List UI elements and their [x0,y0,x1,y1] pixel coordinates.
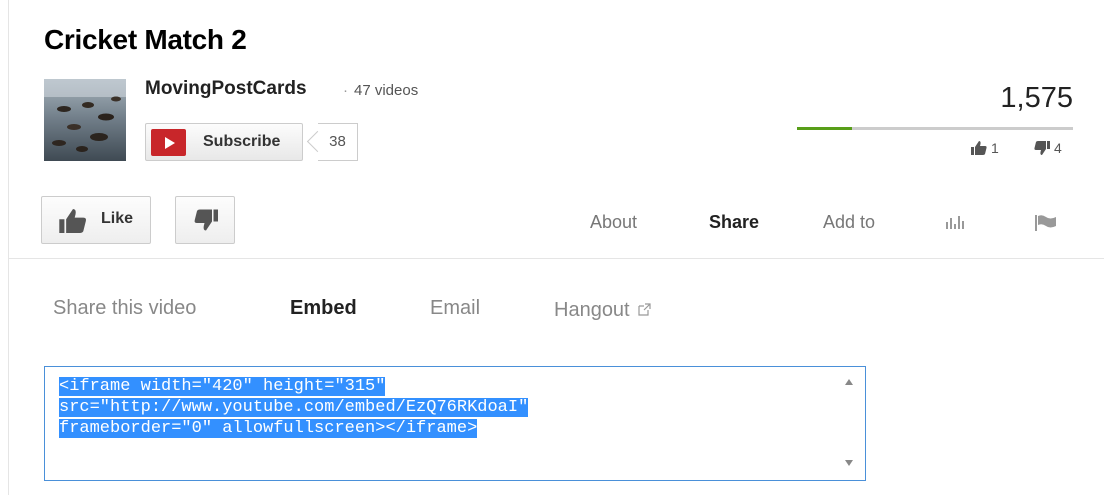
tab-share-this-video[interactable]: Share this video [53,297,196,320]
left-divider [8,0,9,495]
tab-share[interactable]: Share [709,212,759,233]
video-count: · 47 videos [343,82,418,99]
youtube-play-icon [151,129,186,156]
subscriber-count-text: 38 [329,133,346,150]
like-label: Like [101,210,134,227]
section-divider [8,258,1104,259]
view-count: 1,575 [1000,82,1073,114]
embed-line-1: <iframe width="420" height="315" [59,377,386,396]
like-button[interactable]: Like [41,196,151,244]
tab-add-to[interactable]: Add to [823,212,875,233]
stats-icon[interactable] [946,215,966,234]
channel-name-link[interactable]: MovingPostCards [145,78,307,100]
channel-avatar[interactable] [44,79,126,161]
dislike-button[interactable] [175,196,235,244]
tab-embed[interactable]: Embed [290,297,357,320]
thumbs-up-icon [59,209,87,233]
video-title: Cricket Match 2 [44,24,247,55]
like-count-text: 1 [991,140,999,156]
embed-line-2: src="http://www.youtube.com/embed/EzQ76R… [59,398,529,417]
thumbs-down-icon [194,209,218,231]
scroll-up-arrow[interactable] [845,379,853,385]
scroll-down-arrow[interactable] [845,460,853,466]
tab-about[interactable]: About [590,212,637,233]
separator-dot: · [343,82,348,99]
subscriber-count: 38 [318,123,358,161]
dislike-count-text: 4 [1054,140,1062,156]
video-count-text[interactable]: 47 videos [354,82,418,99]
embed-code-textarea[interactable]: <iframe width="420" height="315" src="ht… [44,366,866,481]
hangout-label: Hangout [554,299,630,321]
dislike-count: 4 [1034,140,1062,156]
tab-email[interactable]: Email [430,297,480,320]
embed-code-text[interactable]: <iframe width="420" height="315" src="ht… [59,376,529,439]
like-dislike-bar [797,127,1073,130]
like-bar-fill [797,127,853,130]
external-link-icon [638,303,651,316]
subscribe-button[interactable]: Subscribe [145,123,303,161]
flag-icon[interactable] [1035,215,1057,236]
thumbs-up-icon [971,141,987,155]
tab-hangout[interactable]: Hangout [554,299,651,322]
like-count: 1 [971,140,999,156]
subscribe-label: Subscribe [203,133,281,150]
thumbs-down-icon [1034,141,1050,155]
embed-line-3: frameborder="0" allowfullscreen></iframe… [59,419,478,438]
rating-counts: 1 4 [797,140,1073,160]
